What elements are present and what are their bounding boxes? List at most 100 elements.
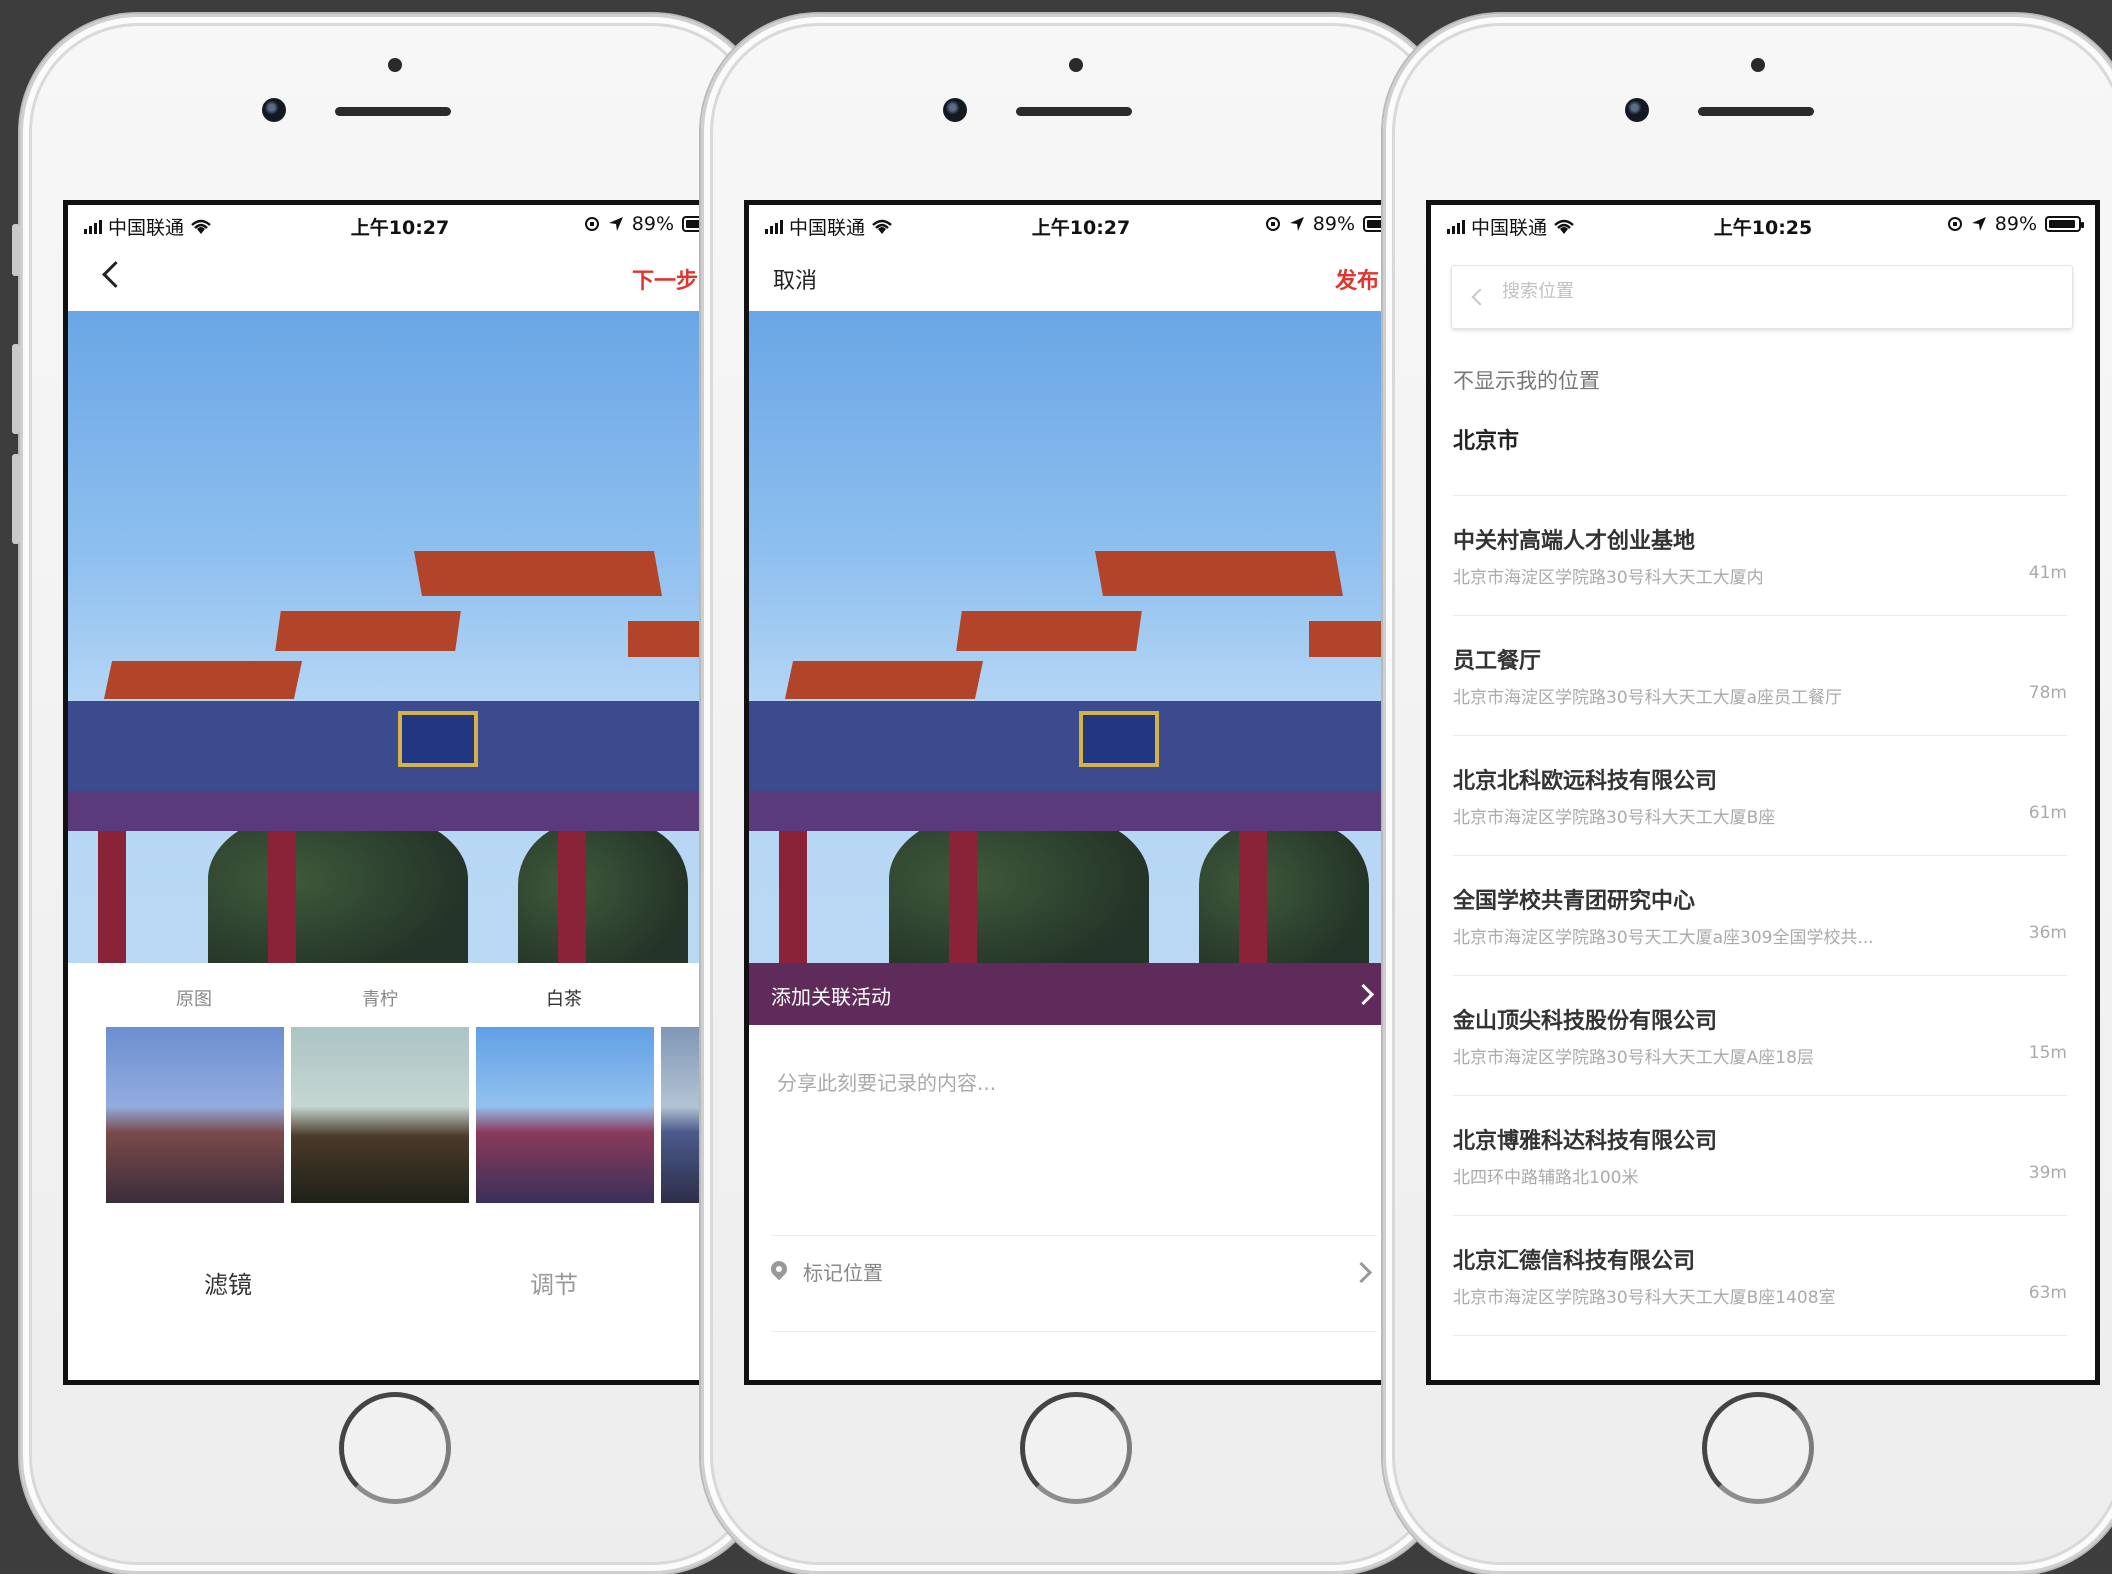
- publish-button[interactable]: 发布: [1335, 263, 1379, 295]
- front-camera: [1625, 98, 1649, 122]
- divider: [1453, 975, 2067, 976]
- next-step-button[interactable]: 下一步: [632, 263, 698, 295]
- screen: 中国联通 上午10:27 89% 取消 发布 添加关联活动 分享此刻要记录的内容…: [744, 200, 1418, 1385]
- poi-distance: 78m: [2028, 683, 2067, 703]
- poi-address: 北京市海淀区学院路30号科大天工大厦A座18层: [1453, 1048, 1814, 1068]
- front-camera: [262, 98, 286, 122]
- divider: [1453, 1335, 2067, 1336]
- poi-address: 北京市海淀区学院路30号天工大厦a座309全国学校共...: [1453, 928, 1874, 948]
- poi-address: 北京市海淀区学院路30号科大天工大厦内: [1453, 568, 1764, 588]
- poi-distance: 15m: [2028, 1043, 2067, 1063]
- poi-distance: 61m: [2028, 803, 2067, 823]
- back-icon[interactable]: [1471, 288, 1489, 306]
- filter-label-row: 原图 青柠 白茶: [68, 985, 732, 1015]
- filter-thumbnail-original[interactable]: [106, 1027, 284, 1203]
- front-camera: [943, 98, 967, 122]
- battery-percent: 89%: [1312, 213, 1355, 235]
- phone-frame-filter: 中国联通 上午10:27 89% 下一步 原图 青柠 白茶 滤镜 调节: [12, 14, 770, 1574]
- poi-name: 员工餐厅: [1453, 649, 1542, 674]
- poi-item[interactable]: 北京北科欧远科技有限公司 北京市海淀区学院路30号科大天工大厦B座 61m: [1453, 763, 2067, 883]
- editor-tab-bar: 滤镜 调节: [68, 1265, 732, 1325]
- location-arrow-icon: [1971, 217, 1986, 231]
- filter-thumbnail-strip[interactable]: [106, 1027, 732, 1203]
- poi-name: 全国学校共青团研究中心: [1453, 889, 1696, 914]
- home-button: [1020, 1392, 1132, 1504]
- poi-item[interactable]: 中关村高端人才创业基地 北京市海淀区学院路30号科大天工大厦内 41m: [1453, 523, 2067, 643]
- rotation-lock-icon: [1265, 217, 1280, 231]
- chevron-right-icon: [1350, 1261, 1373, 1284]
- divider: [1453, 735, 2067, 736]
- rotation-lock-icon: [1947, 217, 1962, 231]
- divider: [1453, 495, 2067, 496]
- filter-label-original: 原图: [176, 989, 212, 1010]
- status-bar: 中国联通 上午10:27 89%: [749, 205, 1413, 245]
- earpiece-speaker: [1016, 107, 1132, 116]
- poi-item[interactable]: 全国学校共青团研究中心 北京市海淀区学院路30号天工大厦a座309全国学校共..…: [1453, 883, 2067, 1003]
- screen: 中国联通 上午10:25 89% 不显示我的位置 北京市 中关村高端人才创业基地…: [1426, 200, 2100, 1385]
- poi-address: 北京市海淀区学院路30号科大天工大厦B座1408室: [1453, 1288, 1836, 1308]
- home-button: [1702, 1392, 1814, 1504]
- home-button: [339, 1392, 451, 1504]
- chevron-right-icon: [1352, 983, 1375, 1006]
- proximity-sensor: [1069, 58, 1083, 72]
- proximity-sensor: [1751, 58, 1765, 72]
- proximity-sensor: [388, 58, 402, 72]
- battery-percent: 89%: [631, 213, 674, 235]
- filter-thumbnail-white-tea[interactable]: [476, 1027, 654, 1203]
- status-bar: 中国联通 上午10:27 89%: [68, 205, 732, 245]
- location-pin-icon: [767, 1257, 791, 1281]
- tab-filter[interactable]: 滤镜: [148, 1265, 308, 1300]
- filter-label-white-tea: 白茶: [546, 989, 582, 1010]
- nav-bar: 下一步: [68, 245, 732, 311]
- search-box: [1451, 265, 2073, 329]
- poi-item[interactable]: 金山顶尖科技股份有限公司 北京市海淀区学院路30号科大天工大厦A座18层 15m: [1453, 1003, 2067, 1123]
- poi-address: 北四环中路辅路北100米: [1453, 1168, 1639, 1188]
- poi-name: 北京博雅科达科技有限公司: [1453, 1129, 1718, 1154]
- poi-distance: 63m: [2028, 1283, 2067, 1303]
- poi-item[interactable]: 员工餐厅 北京市海淀区学院路30号科大天工大厦a座员工餐厅 78m: [1453, 643, 2067, 763]
- photo-preview: [749, 311, 1413, 963]
- poi-address: 北京市海淀区学院路30号科大天工大厦B座: [1453, 808, 1776, 828]
- nav-bar: 取消 发布: [749, 245, 1413, 311]
- earpiece-speaker: [335, 107, 451, 116]
- poi-address: 北京市海淀区学院路30号科大天工大厦a座员工餐厅: [1453, 688, 1843, 708]
- poi-distance: 36m: [2028, 923, 2067, 943]
- search-input[interactable]: [1500, 280, 2044, 303]
- mark-location-label: 标记位置: [803, 1261, 883, 1285]
- divider: [771, 1235, 1377, 1236]
- mute-switch: [12, 224, 20, 276]
- location-arrow-icon: [1289, 217, 1304, 231]
- volume-down-button: [12, 454, 20, 544]
- divider: [771, 1331, 1377, 1332]
- location-arrow-icon: [608, 217, 623, 231]
- divider: [1453, 855, 2067, 856]
- cancel-button[interactable]: 取消: [773, 263, 817, 295]
- poi-name: 北京汇德信科技有限公司: [1453, 1249, 1696, 1274]
- divider: [1453, 1095, 2067, 1096]
- hide-location-option[interactable]: 不显示我的位置: [1453, 365, 1600, 395]
- mark-location-row[interactable]: 标记位置: [767, 1245, 1377, 1305]
- city-option[interactable]: 北京市: [1453, 423, 1519, 455]
- back-icon[interactable]: [102, 261, 129, 288]
- divider: [1453, 615, 2067, 616]
- filter-thumbnail-lime[interactable]: [291, 1027, 469, 1203]
- add-activity-button[interactable]: 添加关联活动: [749, 963, 1413, 1025]
- poi-distance: 39m: [2028, 1163, 2067, 1183]
- screen: 中国联通 上午10:27 89% 下一步 原图 青柠 白茶 滤镜 调节: [63, 200, 737, 1385]
- volume-up-button: [12, 344, 20, 434]
- tab-adjust[interactable]: 调节: [474, 1265, 634, 1300]
- battery-icon: [2045, 216, 2084, 232]
- add-activity-label: 添加关联活动: [771, 985, 891, 1009]
- divider: [1453, 1215, 2067, 1216]
- filter-label-lime: 青柠: [362, 989, 398, 1010]
- poi-item[interactable]: 北京博雅科达科技有限公司 北四环中路辅路北100米 39m: [1453, 1123, 2067, 1243]
- poi-item[interactable]: 北京汇德信科技有限公司 北京市海淀区学院路30号科大天工大厦B座1408室 63…: [1453, 1243, 2067, 1363]
- earpiece-speaker: [1698, 107, 1814, 116]
- phone-frame-location: 中国联通 上午10:25 89% 不显示我的位置 北京市 中关村高端人才创业基地…: [1383, 14, 2112, 1574]
- poi-name: 金山顶尖科技股份有限公司: [1453, 1009, 1718, 1034]
- content-input[interactable]: 分享此刻要记录的内容...: [777, 1067, 996, 1096]
- poi-distance: 41m: [2028, 563, 2067, 583]
- phone-frame-publish: 中国联通 上午10:27 89% 取消 发布 添加关联活动 分享此刻要记录的内容…: [701, 14, 1451, 1574]
- photo-preview: [68, 311, 732, 963]
- status-bar: 中国联通 上午10:25 89%: [1431, 205, 2095, 245]
